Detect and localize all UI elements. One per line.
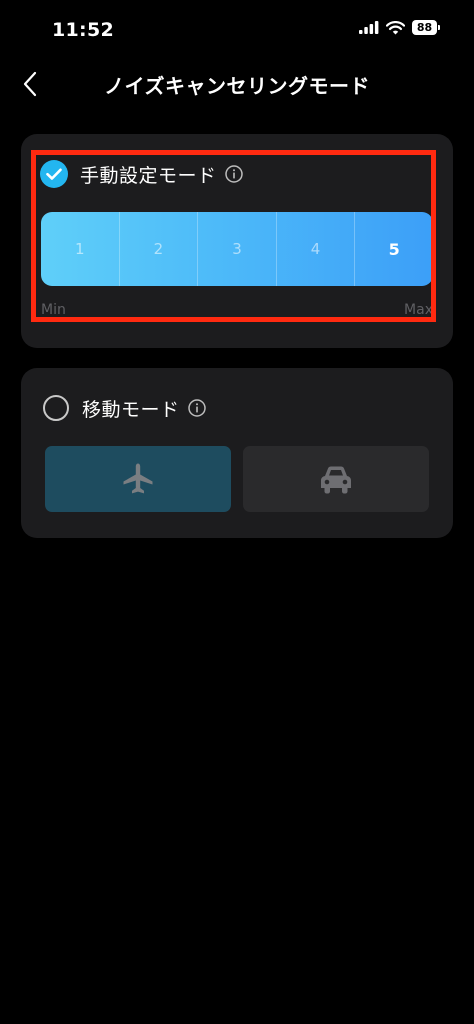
manual-mode-checkbox[interactable] bbox=[40, 160, 68, 188]
nav-bar: ノイズキャンセリングモード bbox=[0, 60, 474, 108]
status-icons: 88 bbox=[359, 20, 440, 35]
info-icon[interactable] bbox=[187, 399, 206, 417]
level-segment-1[interactable]: 1 bbox=[41, 212, 120, 286]
car-icon bbox=[321, 466, 351, 494]
level-segment-5[interactable]: 5 bbox=[355, 212, 433, 286]
cellular-signal-icon bbox=[359, 21, 379, 34]
page-title: ノイズキャンセリングモード bbox=[104, 74, 370, 98]
info-icon[interactable] bbox=[224, 165, 243, 183]
travel-mode-title: 移動モード bbox=[82, 398, 180, 421]
checkmark-icon bbox=[46, 168, 62, 180]
status-time: 11:52 bbox=[52, 19, 114, 41]
travel-mode-header[interactable]: 移動モード bbox=[42, 394, 206, 422]
noise-level-slider[interactable]: 1 2 3 4 5 bbox=[41, 212, 433, 286]
min-label: Min bbox=[41, 302, 66, 318]
back-button[interactable] bbox=[10, 64, 50, 104]
max-label: Max bbox=[404, 302, 433, 318]
travel-mode-radio[interactable] bbox=[43, 395, 69, 421]
airplane-mode-button[interactable] bbox=[45, 446, 231, 512]
airplane-icon bbox=[123, 463, 153, 494]
manual-mode-header[interactable]: 手動設定モード bbox=[40, 160, 243, 188]
level-segment-4[interactable]: 4 bbox=[277, 212, 356, 286]
level-segment-2[interactable]: 2 bbox=[120, 212, 199, 286]
level-segment-3[interactable]: 3 bbox=[198, 212, 277, 286]
wifi-icon bbox=[386, 20, 405, 35]
car-mode-button[interactable] bbox=[243, 446, 429, 512]
chevron-left-icon bbox=[23, 71, 37, 97]
battery-icon: 88 bbox=[412, 20, 440, 35]
manual-mode-title: 手動設定モード bbox=[80, 164, 217, 187]
status-bar: 11:52 88 bbox=[0, 0, 474, 60]
